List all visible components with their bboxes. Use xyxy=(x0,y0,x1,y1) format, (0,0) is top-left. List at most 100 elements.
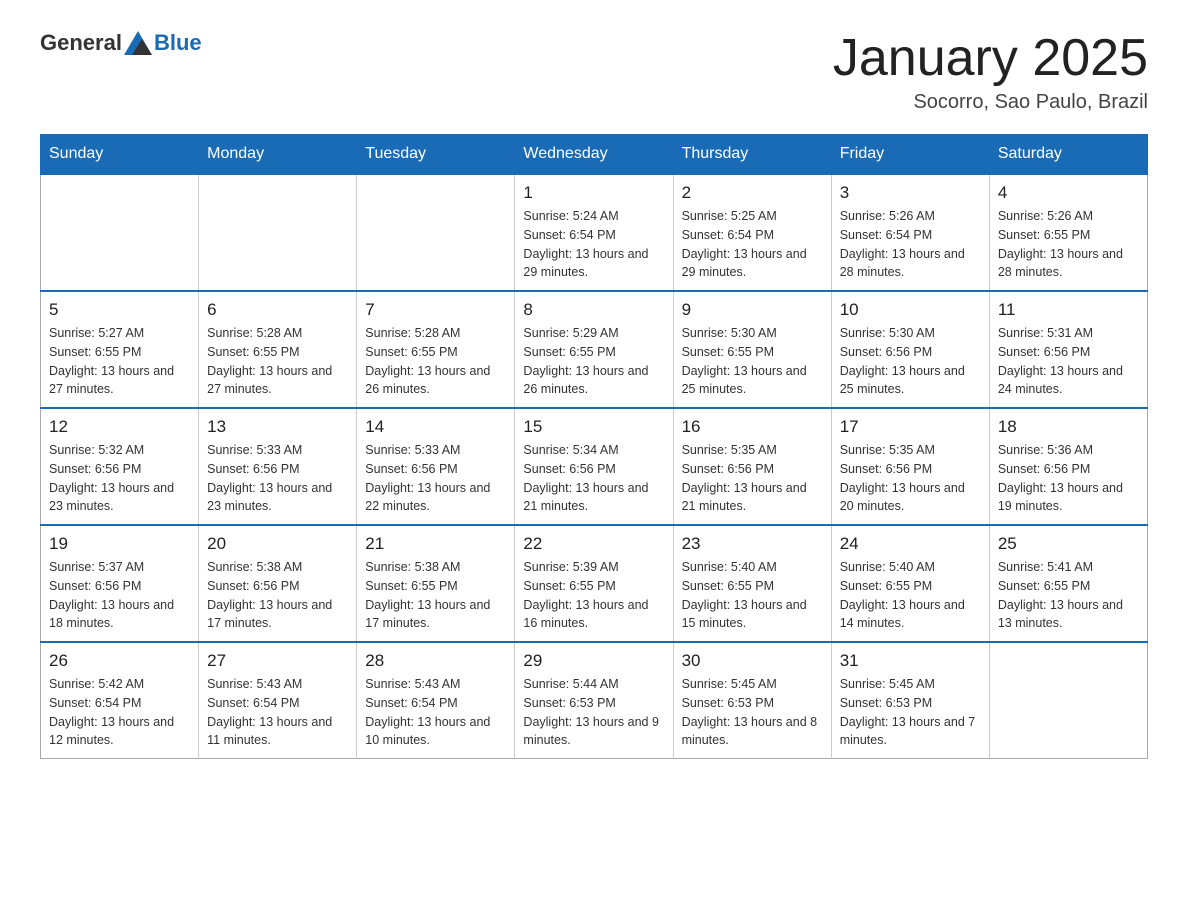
calendar-cell: 8Sunrise: 5:29 AMSunset: 6:55 PMDaylight… xyxy=(515,291,673,408)
calendar-cell: 1Sunrise: 5:24 AMSunset: 6:54 PMDaylight… xyxy=(515,174,673,291)
logo-general-text: General xyxy=(40,30,122,56)
title-block: January 2025 Socorro, Sao Paulo, Brazil xyxy=(833,30,1148,114)
day-info: Sunrise: 5:40 AMSunset: 6:55 PMDaylight:… xyxy=(682,558,823,633)
day-number: 6 xyxy=(207,300,348,320)
calendar-header-row: SundayMondayTuesdayWednesdayThursdayFrid… xyxy=(41,135,1148,175)
day-number: 2 xyxy=(682,183,823,203)
day-number: 17 xyxy=(840,417,981,437)
month-title: January 2025 xyxy=(833,30,1148,87)
calendar-header-saturday: Saturday xyxy=(989,135,1147,175)
day-info: Sunrise: 5:30 AMSunset: 6:55 PMDaylight:… xyxy=(682,324,823,399)
calendar-cell: 19 Sunrise: 5:37 AMSunset: 6:56 PMDayligh… xyxy=(41,525,199,642)
day-number: 31 xyxy=(840,651,981,671)
day-info: Sunrise: 5:45 AMSunset: 6:53 PMDaylight:… xyxy=(840,675,981,750)
calendar-cell: 11 Sunrise: 5:31 AMSunset: 6:56 PMDayligh… xyxy=(989,291,1147,408)
day-info: Sunrise: 5:41 AMSunset: 6:55 PMDaylight:… xyxy=(998,558,1139,633)
day-number: 20 xyxy=(207,534,348,554)
day-number: 19 xyxy=(49,534,190,554)
calendar-header-monday: Monday xyxy=(199,135,357,175)
location: Socorro, Sao Paulo, Brazil xyxy=(833,91,1148,114)
calendar-cell: 12 Sunrise: 5:32 AMSunset: 6:56 PMDayligh… xyxy=(41,408,199,525)
day-number: 21 xyxy=(365,534,506,554)
day-number: 27 xyxy=(207,651,348,671)
calendar-cell: 23 Sunrise: 5:40 AMSunset: 6:55 PMDayligh… xyxy=(673,525,831,642)
calendar-header-sunday: Sunday xyxy=(41,135,199,175)
calendar-table: SundayMondayTuesdayWednesdayThursdayFrid… xyxy=(40,134,1148,759)
day-info: Sunrise: 5:37 AMSunset: 6:56 PMDaylight:… xyxy=(49,558,190,633)
calendar-cell: 18 Sunrise: 5:36 AMSunset: 6:56 PMDayligh… xyxy=(989,408,1147,525)
day-number: 12 xyxy=(49,417,190,437)
calendar-cell: 22Sunrise: 5:39 AMSunset: 6:55 PMDayligh… xyxy=(515,525,673,642)
day-number: 13 xyxy=(207,417,348,437)
day-info: Sunrise: 5:35 AMSunset: 6:56 PMDaylight:… xyxy=(682,441,823,516)
calendar-cell: 6 Sunrise: 5:28 AMSunset: 6:55 PMDaylight… xyxy=(199,291,357,408)
day-info: Sunrise: 5:27 AMSunset: 6:55 PMDaylight:… xyxy=(49,324,190,399)
logo-blue-text: Blue xyxy=(154,30,202,56)
calendar-header-tuesday: Tuesday xyxy=(357,135,515,175)
day-info: Sunrise: 5:43 AMSunset: 6:54 PMDaylight:… xyxy=(365,675,506,750)
day-number: 23 xyxy=(682,534,823,554)
day-number: 16 xyxy=(682,417,823,437)
calendar-cell: 3Sunrise: 5:26 AMSunset: 6:54 PMDaylight… xyxy=(831,174,989,291)
page-header: General Blue January 2025 Socorro, Sao P… xyxy=(40,30,1148,114)
calendar-cell: 26Sunrise: 5:42 AMSunset: 6:54 PMDayligh… xyxy=(41,642,199,759)
calendar-cell: 20 Sunrise: 5:38 AMSunset: 6:56 PMDayligh… xyxy=(199,525,357,642)
day-info: Sunrise: 5:30 AMSunset: 6:56 PMDaylight:… xyxy=(840,324,981,399)
day-number: 4 xyxy=(998,183,1139,203)
day-number: 14 xyxy=(365,417,506,437)
day-info: Sunrise: 5:31 AMSunset: 6:56 PMDaylight:… xyxy=(998,324,1139,399)
calendar-cell: 9 Sunrise: 5:30 AMSunset: 6:55 PMDaylight… xyxy=(673,291,831,408)
day-info: Sunrise: 5:36 AMSunset: 6:56 PMDaylight:… xyxy=(998,441,1139,516)
logo: General Blue xyxy=(40,30,202,56)
day-info: Sunrise: 5:33 AMSunset: 6:56 PMDaylight:… xyxy=(365,441,506,516)
day-number: 10 xyxy=(840,300,981,320)
calendar-cell: 16 Sunrise: 5:35 AMSunset: 6:56 PMDayligh… xyxy=(673,408,831,525)
day-info: Sunrise: 5:33 AMSunset: 6:56 PMDaylight:… xyxy=(207,441,348,516)
calendar-week-row: 12 Sunrise: 5:32 AMSunset: 6:56 PMDayligh… xyxy=(41,408,1148,525)
day-info: Sunrise: 5:24 AMSunset: 6:54 PMDaylight:… xyxy=(523,207,664,282)
calendar-week-row: 5 Sunrise: 5:27 AMSunset: 6:55 PMDaylight… xyxy=(41,291,1148,408)
calendar-header-friday: Friday xyxy=(831,135,989,175)
calendar-cell xyxy=(989,642,1147,759)
day-number: 29 xyxy=(523,651,664,671)
day-info: Sunrise: 5:38 AMSunset: 6:56 PMDaylight:… xyxy=(207,558,348,633)
day-number: 30 xyxy=(682,651,823,671)
day-number: 25 xyxy=(998,534,1139,554)
calendar-cell: 29 Sunrise: 5:44 AMSunset: 6:53 PMDayligh… xyxy=(515,642,673,759)
day-number: 15 xyxy=(523,417,664,437)
day-info: Sunrise: 5:45 AMSunset: 6:53 PMDaylight:… xyxy=(682,675,823,750)
calendar-cell: 27Sunrise: 5:43 AMSunset: 6:54 PMDayligh… xyxy=(199,642,357,759)
calendar-cell xyxy=(41,174,199,291)
calendar-cell xyxy=(199,174,357,291)
calendar-week-row: 19 Sunrise: 5:37 AMSunset: 6:56 PMDayligh… xyxy=(41,525,1148,642)
day-number: 26 xyxy=(49,651,190,671)
day-info: Sunrise: 5:28 AMSunset: 6:55 PMDaylight:… xyxy=(207,324,348,399)
calendar-cell: 7Sunrise: 5:28 AMSunset: 6:55 PMDaylight… xyxy=(357,291,515,408)
day-number: 11 xyxy=(998,300,1139,320)
calendar-cell: 25 Sunrise: 5:41 AMSunset: 6:55 PMDayligh… xyxy=(989,525,1147,642)
day-info: Sunrise: 5:34 AMSunset: 6:56 PMDaylight:… xyxy=(523,441,664,516)
day-number: 9 xyxy=(682,300,823,320)
day-info: Sunrise: 5:25 AMSunset: 6:54 PMDaylight:… xyxy=(682,207,823,282)
calendar-cell: 31 Sunrise: 5:45 AMSunset: 6:53 PMDayligh… xyxy=(831,642,989,759)
calendar-cell: 17 Sunrise: 5:35 AMSunset: 6:56 PMDayligh… xyxy=(831,408,989,525)
calendar-cell: 21 Sunrise: 5:38 AMSunset: 6:55 PMDayligh… xyxy=(357,525,515,642)
calendar-cell: 14 Sunrise: 5:33 AMSunset: 6:56 PMDayligh… xyxy=(357,408,515,525)
calendar-cell: 5 Sunrise: 5:27 AMSunset: 6:55 PMDaylight… xyxy=(41,291,199,408)
day-info: Sunrise: 5:38 AMSunset: 6:55 PMDaylight:… xyxy=(365,558,506,633)
calendar-cell: 2 Sunrise: 5:25 AMSunset: 6:54 PMDaylight… xyxy=(673,174,831,291)
day-info: Sunrise: 5:35 AMSunset: 6:56 PMDaylight:… xyxy=(840,441,981,516)
day-info: Sunrise: 5:28 AMSunset: 6:55 PMDaylight:… xyxy=(365,324,506,399)
calendar-week-row: 1Sunrise: 5:24 AMSunset: 6:54 PMDaylight… xyxy=(41,174,1148,291)
day-number: 8 xyxy=(523,300,664,320)
day-info: Sunrise: 5:32 AMSunset: 6:56 PMDaylight:… xyxy=(49,441,190,516)
day-number: 28 xyxy=(365,651,506,671)
day-number: 18 xyxy=(998,417,1139,437)
calendar-cell: 30 Sunrise: 5:45 AMSunset: 6:53 PMDayligh… xyxy=(673,642,831,759)
day-number: 5 xyxy=(49,300,190,320)
day-info: Sunrise: 5:44 AMSunset: 6:53 PMDaylight:… xyxy=(523,675,664,750)
calendar-cell: 13 Sunrise: 5:33 AMSunset: 6:56 PMDayligh… xyxy=(199,408,357,525)
calendar-cell: 10 Sunrise: 5:30 AMSunset: 6:56 PMDayligh… xyxy=(831,291,989,408)
calendar-cell: 4Sunrise: 5:26 AMSunset: 6:55 PMDaylight… xyxy=(989,174,1147,291)
calendar-cell: 24Sunrise: 5:40 AMSunset: 6:55 PMDayligh… xyxy=(831,525,989,642)
